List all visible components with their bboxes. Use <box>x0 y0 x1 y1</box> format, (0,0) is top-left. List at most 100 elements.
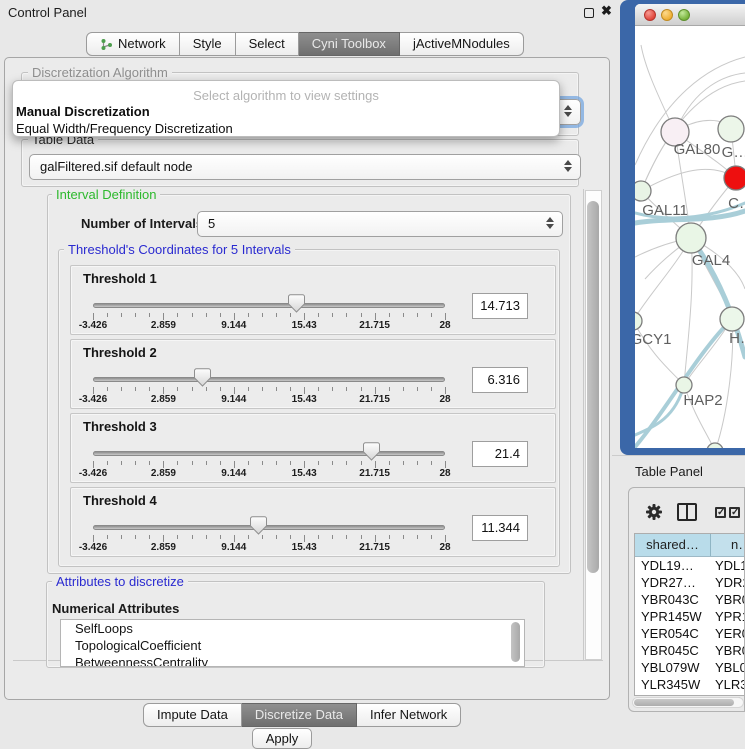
table-toolbar: ✓ ✓ <box>629 488 745 533</box>
threshold-slider-thumb[interactable] <box>288 294 305 318</box>
slider-tick <box>163 461 164 468</box>
table-row[interactable]: YBR043CYBR0 <box>635 591 745 608</box>
float-panel-icon[interactable] <box>584 8 594 18</box>
table-row[interactable]: YPR145WYPR1 <box>635 608 745 625</box>
network-node[interactable] <box>676 377 692 393</box>
control-panel-titlebar: Control Panel ✖ <box>0 0 613 24</box>
network-node[interactable] <box>676 223 706 253</box>
slider-tick <box>163 535 164 542</box>
table-data-combo[interactable]: galFiltered.sif default node <box>29 154 581 180</box>
slider-tick <box>192 535 193 539</box>
slider-tick-label: 2.859 <box>151 542 176 553</box>
slider-tick <box>403 313 404 317</box>
slider-tick <box>445 313 446 320</box>
network-node[interactable] <box>718 116 744 142</box>
table-row[interactable]: YER054CYER0 <box>635 625 745 642</box>
slider-tick <box>276 387 277 391</box>
zoom-window-icon[interactable] <box>678 9 690 21</box>
slider-tick <box>445 535 446 542</box>
number-of-intervals-combo[interactable]: 5 <box>197 211 563 237</box>
threshold-slider-track[interactable] <box>93 525 445 530</box>
slider-tick <box>121 461 122 465</box>
slider-tick <box>107 535 108 539</box>
network-node[interactable] <box>724 166 745 190</box>
horizontal-scrollbar-track[interactable] <box>632 697 744 708</box>
close-panel-icon[interactable]: ✖ <box>601 3 612 19</box>
slider-tick <box>276 535 277 539</box>
threshold-slider-track[interactable] <box>93 377 445 382</box>
tab-style[interactable]: Style <box>180 32 236 56</box>
slider-tick <box>276 461 277 465</box>
split-column-icon[interactable] <box>677 503 697 521</box>
slider-tick <box>206 535 207 539</box>
table-cell-shared-name: YDL19… <box>635 557 711 574</box>
table-cell-shared-name: YPR145W <box>635 608 711 625</box>
threshold-value-field[interactable]: 14.713 <box>472 293 528 319</box>
network-node[interactable] <box>707 443 723 448</box>
slider-tick <box>403 461 404 465</box>
column-header-shared-name[interactable]: shared… <box>635 534 711 556</box>
tab-network[interactable]: Network <box>86 32 180 56</box>
tab-jactivemnodules[interactable]: jActiveMNodules <box>400 32 524 56</box>
tab-impute-data[interactable]: Impute Data <box>143 703 242 727</box>
gear-icon[interactable] <box>645 503 663 521</box>
control-panel-title: Control Panel <box>8 5 87 20</box>
slider-tick <box>318 535 319 539</box>
slider-tick <box>403 387 404 391</box>
algorithm-option-equal-width[interactable]: Equal Width/Frequency Discretization <box>13 120 559 137</box>
combo-stepper-icon <box>546 217 554 229</box>
table-row[interactable]: YLR345WYLR3 <box>635 676 745 693</box>
slider-tick <box>177 387 178 391</box>
slider-tick <box>361 313 362 317</box>
attribute-list-item[interactable]: BetweennessCentrality <box>61 654 524 667</box>
table-row[interactable]: YDR27…YDR2 <box>635 574 745 591</box>
threshold-value-field[interactable]: 21.4 <box>472 441 528 467</box>
slider-tick <box>290 387 291 391</box>
network-node[interactable] <box>635 181 651 201</box>
checkbox-icon[interactable]: ✓ <box>729 507 740 518</box>
checkbox-icon[interactable]: ✓ <box>715 507 726 518</box>
attribute-list-item[interactable]: TopologicalCoefficient <box>61 637 524 654</box>
table-header-row: shared… n… <box>635 534 745 557</box>
threshold-slider-thumb[interactable] <box>363 442 380 466</box>
network-node[interactable] <box>720 307 744 331</box>
network-node-label: GAL80 <box>674 141 721 158</box>
threshold-value-field[interactable]: 11.344 <box>472 515 528 541</box>
tab-select[interactable]: Select <box>236 32 299 56</box>
tab-cyni-toolbox[interactable]: Cyni Toolbox <box>299 32 400 56</box>
tab-infer-network[interactable]: Infer Network <box>357 703 461 727</box>
slider-tick <box>121 387 122 391</box>
attribute-list-item[interactable]: SelfLoops <box>61 620 524 637</box>
network-window-titlebar[interactable] <box>635 4 745 26</box>
horizontal-scrollbar-thumb[interactable] <box>634 699 734 706</box>
tab-discretize-data[interactable]: Discretize Data <box>242 703 357 727</box>
algorithm-option-manual[interactable]: Manual Discretization <box>13 103 559 120</box>
close-window-icon[interactable] <box>644 9 656 21</box>
table-row[interactable]: YBR045CYBR0 <box>635 642 745 659</box>
table-row[interactable]: YBL079WYBL0 <box>635 659 745 676</box>
slider-tick <box>431 461 432 465</box>
slider-tick <box>262 313 263 317</box>
column-header-name[interactable]: n… <box>711 534 745 556</box>
threshold-slider-track[interactable] <box>93 451 445 456</box>
network-view-window[interactable]: GAL80G…C…GAL11GAL4GCY1H…HAP2 <box>620 0 745 455</box>
threshold-slider-thumb[interactable] <box>250 516 267 540</box>
list-scrollbar-thumb[interactable] <box>511 622 520 662</box>
numerical-attributes-list[interactable]: SelfLoopsTopologicalCoefficientBetweenne… <box>60 619 525 667</box>
table-row[interactable]: YDL19…YDL1 <box>635 557 745 574</box>
threshold-slider-track[interactable] <box>93 303 445 308</box>
vertical-scrollbar-thumb[interactable] <box>587 201 599 573</box>
network-node[interactable] <box>635 312 642 330</box>
combo-stepper-icon <box>564 105 572 117</box>
slider-tick <box>332 387 333 391</box>
apply-button[interactable]: Apply <box>252 728 312 749</box>
slider-tick <box>346 461 347 465</box>
slider-tick-label: -3.426 <box>79 468 107 479</box>
slider-tick-label: 21.715 <box>359 320 390 331</box>
slider-tick-label: 2.859 <box>151 394 176 405</box>
network-canvas[interactable]: GAL80G…C…GAL11GAL4GCY1H…HAP2 <box>635 27 745 448</box>
minimize-window-icon[interactable] <box>661 9 673 21</box>
threshold-value-field[interactable]: 6.316 <box>472 367 528 393</box>
threshold-slider-thumb[interactable] <box>194 368 211 392</box>
slider-tick <box>318 461 319 465</box>
